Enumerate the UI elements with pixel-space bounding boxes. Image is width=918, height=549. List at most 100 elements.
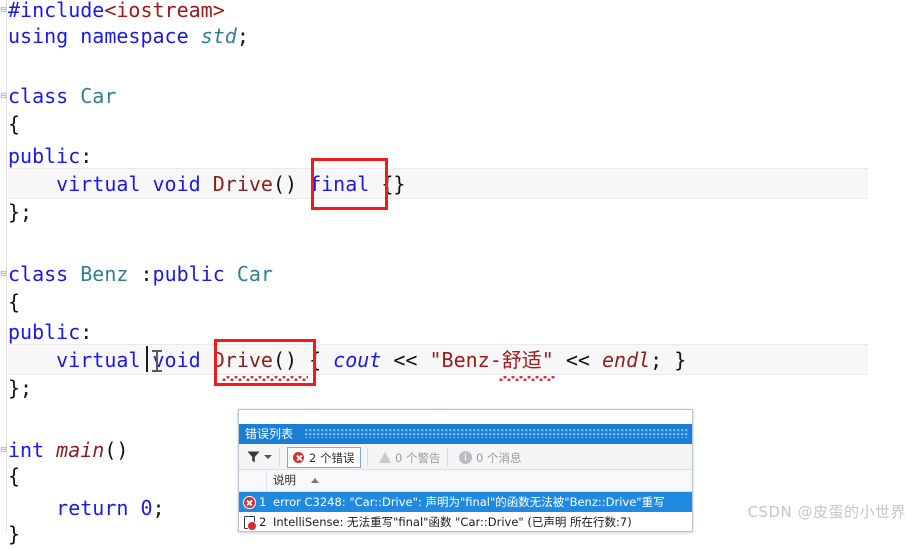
code-line[interactable]: }; xyxy=(8,374,32,403)
code-line[interactable]: { xyxy=(8,110,20,139)
code-line[interactable]: int main() xyxy=(8,436,128,465)
error-list-column-header[interactable]: 说明 xyxy=(239,470,692,492)
code-token: void xyxy=(152,348,201,372)
column-header-icon xyxy=(239,470,267,491)
code-line[interactable]: { xyxy=(8,288,20,317)
code-token: }; xyxy=(8,376,33,400)
error-row-description: error C3248: "Car::Drive": 声明为"final"的函数… xyxy=(273,495,665,509)
code-token: Benz xyxy=(80,262,129,286)
code-token: << xyxy=(553,348,602,372)
code-token: virtual xyxy=(56,348,141,372)
fold-marker[interactable]: ⊟ xyxy=(0,444,7,456)
code-line[interactable]: class Benz :public Car xyxy=(8,260,273,289)
code-token: namespace xyxy=(80,24,189,48)
code-token: { xyxy=(297,348,334,372)
code-token: public xyxy=(8,144,81,168)
code-token: Car xyxy=(236,262,273,286)
sort-ascending-icon xyxy=(311,478,319,483)
code-line[interactable]: virtual void Drive() final {} xyxy=(8,170,405,199)
code-token: {} xyxy=(381,172,406,196)
code-line[interactable]: } xyxy=(8,520,20,549)
squiggle-drive xyxy=(222,376,308,381)
code-token: class xyxy=(8,262,69,286)
messages-filter-button[interactable]: i 0 个消息 xyxy=(455,447,527,468)
errors-filter-button[interactable]: 2 个错误 xyxy=(287,447,362,468)
filter-dropdown-arrow-icon[interactable] xyxy=(264,455,272,459)
error-list-toolbar[interactable]: 2 个错误 0 个警告 i 0 个消息 xyxy=(239,444,692,470)
code-token: using xyxy=(8,24,69,48)
fold-marker[interactable]: ⊟ xyxy=(0,90,7,102)
error-row-description: IntelliSense: 无法重写"final"函数 "Car::Drive"… xyxy=(273,515,632,529)
warnings-filter-button[interactable]: 0 个警告 xyxy=(375,447,446,468)
code-token: public xyxy=(152,262,225,286)
watermark: CSDN @皮蛋的小世界 xyxy=(747,503,906,521)
code-token: return xyxy=(56,496,129,520)
column-header-description-label: 说明 xyxy=(273,473,296,487)
code-token: <iostream> xyxy=(104,0,225,22)
code-token: { xyxy=(8,464,21,488)
code-line[interactable]: public: xyxy=(8,142,92,171)
error-list-title-bar: 错误列表 xyxy=(239,424,692,444)
fold-marker[interactable]: ⊟ xyxy=(0,268,7,280)
warning-icon xyxy=(379,452,391,463)
code-token: "Benz-舒适" xyxy=(429,348,554,372)
code-line[interactable]: public: xyxy=(8,318,92,347)
filter-funnel-icon[interactable] xyxy=(247,451,260,463)
fold-marker[interactable]: ⊟ xyxy=(0,4,7,16)
code-token: std xyxy=(200,24,237,48)
code-token: { xyxy=(8,112,21,136)
code-token: final xyxy=(309,172,370,196)
code-token: }; xyxy=(8,200,33,224)
code-token: cout xyxy=(333,348,382,372)
column-header-description[interactable]: 说明 xyxy=(267,470,692,491)
squiggle-string xyxy=(499,376,555,381)
code-token: () xyxy=(272,172,298,196)
code-line[interactable]: using namespace std; xyxy=(8,22,249,51)
code-token: } xyxy=(8,522,21,546)
code-line[interactable]: virtual void Drive() { cout << "Benz-舒适"… xyxy=(8,346,686,375)
code-line[interactable]: }; xyxy=(8,198,32,227)
code-token: ; xyxy=(236,24,249,48)
code-token: ; xyxy=(152,496,165,520)
error-list-title: 错误列表 xyxy=(245,427,294,441)
code-token: << xyxy=(381,348,430,372)
warnings-filter-label: 0 个警告 xyxy=(395,450,441,465)
code-line[interactable]: class Car xyxy=(8,82,116,111)
error-list-rows[interactable]: 1 error C3248: "Car::Drive": 声明为"final"的函… xyxy=(239,492,692,531)
code-line[interactable]: { xyxy=(8,462,20,491)
toolbar-separator-2 xyxy=(367,448,368,466)
code-token: endl xyxy=(601,348,651,372)
code-line[interactable]: return 0; xyxy=(8,494,165,523)
error-list-panel[interactable]: 错误列表 2 个错误 0 个警告 i 0 个消息 说明 1 error C324… xyxy=(238,409,693,532)
code-token: ; } xyxy=(650,348,687,372)
code-token: main xyxy=(56,438,105,462)
error-list-row[interactable]: 1 error C3248: "Car::Drive": 声明为"final"的函… xyxy=(239,492,692,512)
error-icon xyxy=(292,451,305,464)
toolbar-separator-3 xyxy=(447,448,448,466)
code-token: Drive xyxy=(212,172,273,196)
info-icon: i xyxy=(459,451,472,464)
code-token: () xyxy=(272,348,298,372)
code-token: virtual xyxy=(56,172,141,196)
error-list-row[interactable]: 2 IntelliSense: 无法重写"final"函数 "Car::Drive… xyxy=(239,512,692,531)
code-token: #include xyxy=(8,0,105,22)
code-token: class xyxy=(8,84,69,108)
error-row-number: 2 xyxy=(259,515,267,529)
code-token: int xyxy=(8,438,45,462)
text-caret xyxy=(146,346,148,372)
errors-filter-label: 2 个错误 xyxy=(309,450,355,465)
code-token: 0 xyxy=(140,496,153,520)
